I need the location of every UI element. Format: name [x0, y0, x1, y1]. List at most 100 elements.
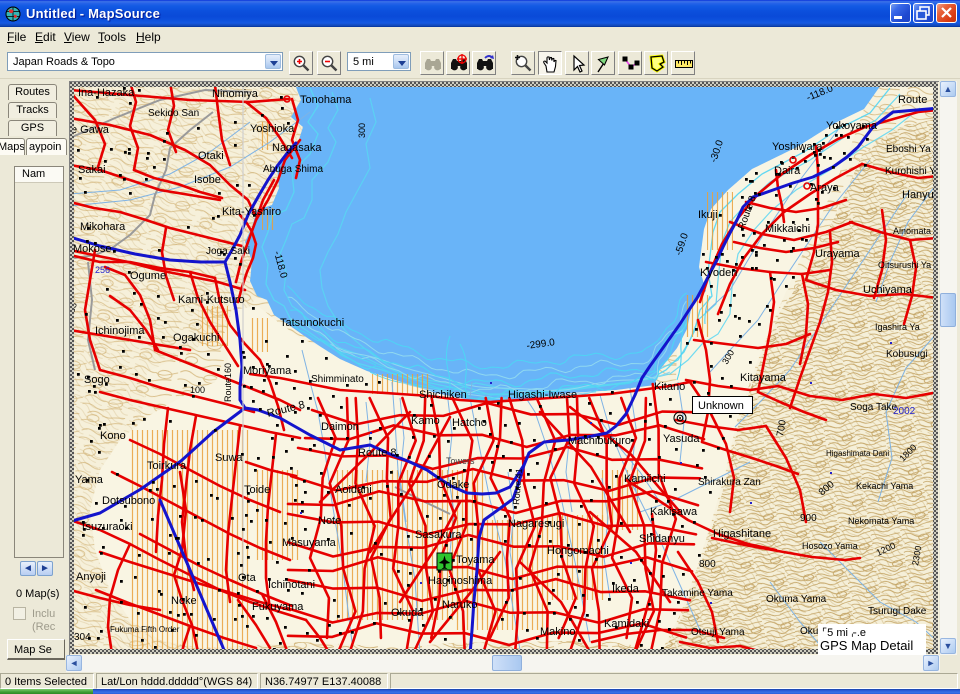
svg-text:Naruko: Naruko	[442, 599, 477, 611]
svg-text:Dotsubono: Dotsubono	[102, 495, 155, 507]
svg-text:Okuma Yama: Okuma Yama	[766, 594, 827, 605]
svg-text:Tatsunokuchi: Tatsunokuchi	[280, 317, 344, 329]
svg-text:Takamine Yama: Takamine Yama	[662, 588, 733, 599]
svg-text:Noke: Noke	[171, 595, 197, 607]
svg-text:300: 300	[357, 123, 367, 138]
svg-text:Toide: Toide	[244, 484, 270, 496]
svg-text:Ikuji: Ikuji	[698, 209, 718, 221]
svg-text:Yoshiwara: Yoshiwara	[772, 141, 823, 153]
svg-text:Ichinotani: Ichinotani	[268, 579, 315, 591]
svg-text:Mikohara: Mikohara	[80, 221, 126, 233]
svg-text:Moriyama: Moriyama	[243, 365, 292, 377]
svg-text:900: 900	[800, 513, 817, 524]
svg-text:Tsurugi Dake: Tsurugi Dake	[868, 606, 927, 617]
svg-text:Kurohishi Y: Kurohishi Y	[885, 166, 936, 177]
svg-text:Mokose: Mokose	[73, 243, 112, 255]
svg-text:Eboshi Ya: Eboshi Ya	[886, 144, 931, 155]
svg-text:Ainomata: Ainomata	[893, 226, 931, 236]
svg-text:Otaki: Otaki	[198, 150, 224, 162]
svg-text:a Yama: a Yama	[70, 474, 104, 486]
svg-text:Nekomata Yama: Nekomata Yama	[848, 516, 914, 526]
svg-text:Odake: Odake	[437, 479, 469, 491]
svg-text:Yasuda: Yasuda	[663, 433, 700, 445]
svg-text:Fukuyama: Fukuyama	[252, 601, 304, 613]
svg-text:Sakai: Sakai	[78, 164, 106, 176]
svg-text:Abuga Shima: Abuga Shima	[263, 164, 323, 175]
svg-text:Nagaresugi: Nagaresugi	[508, 518, 564, 530]
svg-text:Oitsurushi Ya: Oitsurushi Ya	[878, 260, 931, 270]
svg-text:Joga Saki: Joga Saki	[206, 246, 250, 257]
svg-text:Kobusugi: Kobusugi	[886, 349, 928, 360]
svg-text:256: 256	[95, 265, 110, 275]
svg-text:Route: Route	[898, 94, 927, 106]
svg-text:Tonohama: Tonohama	[300, 94, 352, 106]
svg-text:Kami-Kutsuro: Kami-Kutsuro	[178, 294, 245, 306]
svg-text:Toirkura: Toirkura	[147, 460, 187, 472]
svg-text:Kamiichi: Kamiichi	[624, 473, 666, 485]
svg-text:Fukuma Fifth Order: Fukuma Fifth Order	[110, 625, 180, 634]
svg-text:Daira: Daira	[774, 165, 801, 177]
svg-text:Ina-Hazaka: Ina-Hazaka	[78, 87, 135, 99]
svg-text:Shirakura Zan: Shirakura Zan	[698, 477, 761, 488]
svg-text:Machibukuro: Machibukuro	[568, 435, 631, 447]
svg-text:Sekido San: Sekido San	[148, 108, 199, 119]
svg-text:Makino: Makino	[540, 626, 575, 638]
svg-text:Kamo: Kamo	[411, 415, 440, 427]
svg-text:Kitayama: Kitayama	[740, 372, 787, 384]
svg-text:Igashira Ya: Igashira Ya	[875, 322, 920, 332]
svg-text:Kitano: Kitano	[654, 381, 685, 393]
svg-text:Toyama: Toyama	[456, 554, 495, 566]
svg-text:Hanyu: Hanyu	[902, 189, 934, 201]
svg-text:Aoidani: Aoidani	[335, 484, 372, 496]
svg-text:Shimminato: Shimminato	[311, 374, 364, 385]
svg-text:304: 304	[74, 632, 91, 643]
svg-text:100: 100	[190, 385, 205, 395]
svg-text:Urayama: Urayama	[815, 248, 861, 260]
svg-text:Nagasaka: Nagasaka	[272, 142, 322, 154]
svg-text:Mikkaichi: Mikkaichi	[765, 223, 810, 235]
svg-text:Ogakuchi: Ogakuchi	[173, 332, 219, 344]
svg-text:e Gawa: e Gawa	[71, 124, 110, 136]
svg-text:Route 8: Route 8	[358, 447, 397, 459]
svg-text:2002: 2002	[893, 406, 916, 417]
svg-text:800: 800	[699, 559, 716, 570]
svg-text:Masuyama: Masuyama	[282, 537, 337, 549]
svg-text:Ninomiya: Ninomiya	[212, 88, 259, 100]
svg-text:Araya: Araya	[810, 182, 840, 194]
svg-text:Ogume: Ogume	[130, 270, 166, 282]
svg-text:Route160: Route160	[223, 363, 233, 402]
svg-text:Higashimata Dani: Higashimata Dani	[826, 449, 889, 458]
svg-text:Hatcho: Hatcho	[452, 417, 487, 429]
svg-text:Uchiyama: Uchiyama	[863, 284, 913, 296]
svg-text:Ota: Ota	[238, 572, 257, 584]
svg-text:Higashi-Iwase: Higashi-Iwase	[508, 389, 577, 401]
svg-text:Ikeda: Ikeda	[612, 583, 640, 595]
svg-text:Ichinojima: Ichinojima	[95, 325, 145, 337]
svg-text:Sasakura: Sasakura	[415, 529, 462, 541]
svg-text:Kekachi Yama: Kekachi Yama	[856, 481, 913, 491]
svg-text:Kyoden: Kyoden	[700, 267, 737, 279]
svg-text:Hongomachi: Hongomachi	[547, 545, 609, 557]
svg-text:Tsuzuraoki: Tsuzuraoki	[80, 521, 133, 533]
svg-text:Kamidaki: Kamidaki	[604, 618, 649, 630]
svg-text:Soga Take: Soga Take	[850, 402, 898, 413]
svg-text:Suwa: Suwa	[215, 452, 243, 464]
svg-text:Shidanyu: Shidanyu	[639, 533, 685, 545]
svg-text:Okuda: Okuda	[391, 607, 424, 619]
svg-text:Kono: Kono	[100, 430, 126, 442]
svg-text:Yoshioka: Yoshioka	[250, 123, 295, 135]
svg-text:Note: Note	[318, 515, 341, 527]
svg-text:Higashitane: Higashitane	[713, 528, 771, 540]
svg-text:Daimon: Daimon	[321, 421, 359, 433]
svg-text:Sogo: Sogo	[84, 374, 110, 386]
svg-text:Haginoshima: Haginoshima	[428, 575, 493, 587]
svg-text:Shichiken: Shichiken	[419, 389, 467, 401]
svg-text:Anyoji: Anyoji	[76, 571, 106, 583]
svg-text:Towers: Towers	[446, 456, 475, 466]
svg-text:Isobe: Isobe	[194, 174, 221, 186]
svg-text:Unknown: Unknown	[698, 400, 744, 412]
svg-text:Kakisawa: Kakisawa	[650, 506, 698, 518]
svg-text:Kita-Yashiro: Kita-Yashiro	[222, 206, 281, 218]
svg-text:Hosozo Yama: Hosozo Yama	[802, 541, 858, 551]
svg-text:Yokoyama: Yokoyama	[826, 120, 878, 132]
